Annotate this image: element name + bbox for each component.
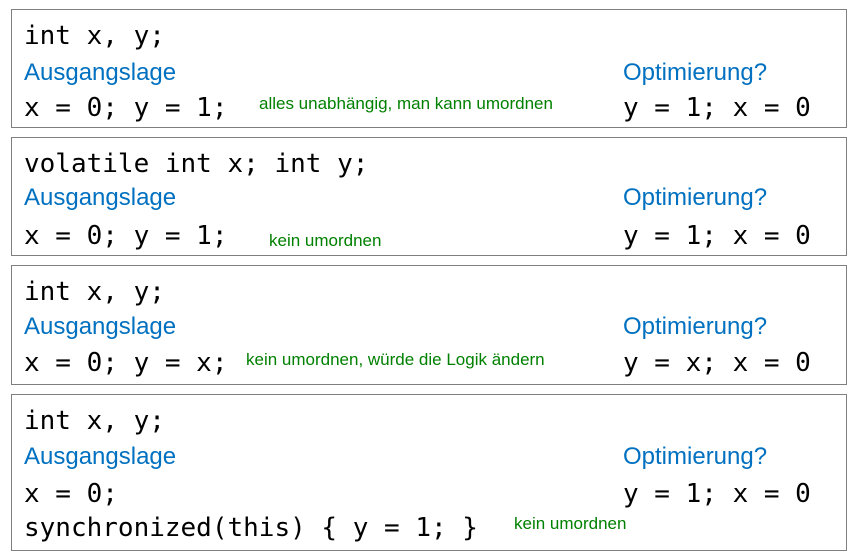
optimized-code: y = 1; x = 0 — [623, 93, 811, 123]
optimized-code: y = x; x = 0 — [623, 348, 811, 378]
original-code: x = 0; y = 1; — [24, 93, 228, 123]
declaration-code: int x, y; — [24, 406, 165, 436]
original-code: x = 0; y = 1; — [24, 221, 228, 251]
optimization-heading: Optimierung? — [623, 313, 768, 340]
declaration-code: volatile int x; int y; — [24, 149, 369, 179]
original-code: x = 0; y = x; — [24, 348, 228, 378]
original-heading: Ausgangslage — [24, 443, 177, 470]
optimization-heading: Optimierung? — [623, 59, 768, 86]
optimization-heading: Optimierung? — [623, 184, 768, 211]
original-code: x = 0; — [24, 479, 118, 509]
optimized-code: y = 1; x = 0 — [623, 221, 811, 251]
example-panel-1: int x, y; Ausgangslage Optimierung? x = … — [11, 9, 847, 128]
example-panel-2: volatile int x; int y; Ausgangslage Opti… — [11, 137, 847, 256]
synchronized-block-code: synchronized(this) { y = 1; } — [24, 513, 478, 543]
reorder-comment: kein umordnen, würde die Logik ändern — [246, 350, 545, 369]
declaration-code: int x, y; — [24, 21, 165, 51]
example-panel-4: int x, y; Ausgangslage Optimierung? x = … — [11, 394, 847, 551]
reorder-comment: alles unabhängig, man kann umordnen — [259, 94, 553, 113]
optimization-heading: Optimierung? — [623, 443, 768, 470]
optimized-code: y = 1; x = 0 — [623, 479, 811, 509]
original-heading: Ausgangslage — [24, 59, 177, 86]
declaration-code: int x, y; — [24, 277, 165, 307]
reorder-comment: kein umordnen — [269, 231, 382, 250]
original-heading: Ausgangslage — [24, 313, 177, 340]
example-panel-3: int x, y; Ausgangslage Optimierung? x = … — [11, 265, 847, 385]
reorder-comment: kein umordnen — [514, 514, 627, 533]
original-heading: Ausgangslage — [24, 184, 177, 211]
